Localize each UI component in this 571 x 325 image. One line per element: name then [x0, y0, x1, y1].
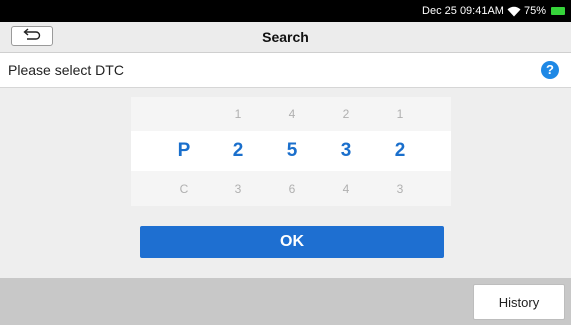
help-icon[interactable]: ? [541, 61, 559, 79]
title-bar: Search [0, 22, 571, 53]
status-indicators: Dec 25 09:41AM 75% [422, 0, 565, 22]
wifi-icon [507, 6, 521, 17]
picker-cell[interactable]: 4 [321, 171, 371, 206]
content-area: 1 4 2 1 P 2 5 3 2 C 3 6 4 3 OK [0, 88, 571, 278]
picker-cell[interactable]: 6 [267, 171, 317, 206]
picker-selected-cell[interactable]: 2 [375, 131, 425, 171]
prompt-text: Please select DTC [8, 62, 124, 78]
battery-percent: 75% [523, 5, 546, 17]
picker-selected-cell[interactable]: 3 [321, 131, 371, 171]
picker-cell[interactable]: 1 [375, 97, 425, 131]
picker-selected-cell[interactable]: P [159, 131, 209, 171]
status-bar: Dec 25 09:41AM 75% [0, 0, 571, 22]
picker-cell[interactable]: 3 [213, 171, 263, 206]
picker-row-selected: P 2 5 3 2 [131, 131, 451, 171]
picker-cell[interactable]: 4 [267, 97, 317, 131]
prompt-bar: Please select DTC ? [0, 53, 571, 88]
picker-cell[interactable]: 1 [213, 97, 263, 131]
picker-row-above: 1 4 2 1 [131, 97, 451, 131]
battery-icon [551, 7, 565, 15]
picker-cell[interactable]: 3 [375, 171, 425, 206]
picker-cell[interactable] [159, 97, 209, 131]
picker-selected-cell[interactable]: 5 [267, 131, 317, 171]
bottom-bar: History [0, 278, 571, 325]
picker-selected-cell[interactable]: 2 [213, 131, 263, 171]
ok-button[interactable]: OK [140, 226, 444, 258]
picker-cell[interactable]: C [159, 171, 209, 206]
status-time: Dec 25 09:41AM [422, 5, 504, 17]
picker-cell[interactable]: 2 [321, 97, 371, 131]
history-button[interactable]: History [473, 284, 565, 320]
dtc-picker[interactable]: 1 4 2 1 P 2 5 3 2 C 3 6 4 3 [131, 97, 451, 206]
picker-row-below: C 3 6 4 3 [131, 171, 451, 206]
page-title: Search [262, 29, 309, 45]
